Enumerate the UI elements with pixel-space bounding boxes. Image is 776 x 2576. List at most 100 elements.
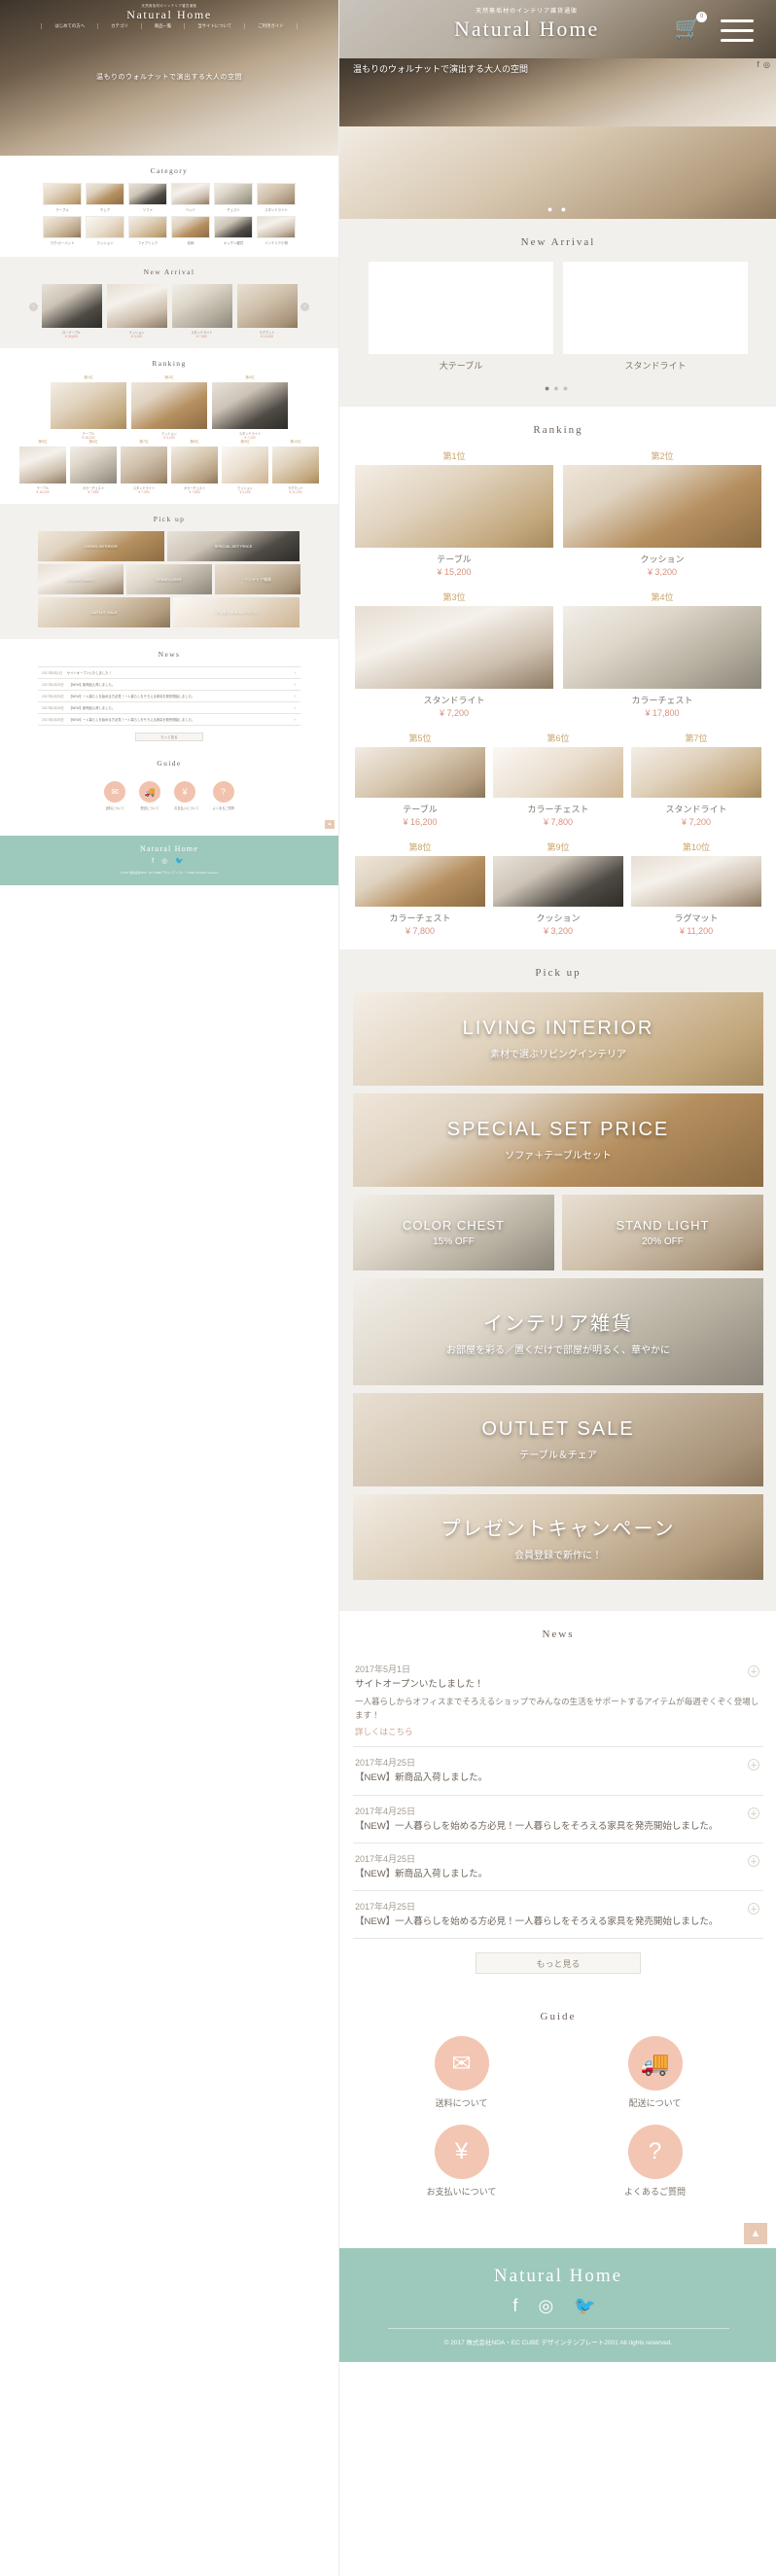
new-arrival-pager[interactable]: ●●● [339,377,776,407]
news-row[interactable]: 2017年4月25日 【NEW】一人暮らしを始める方必見！一人暮らしをそろえる家… [38,690,300,701]
news-row[interactable]: 2017年4月25日 【NEW】新商品入荷しました。 ＋ [38,701,300,713]
news-more-button[interactable]: もっと見る [135,733,203,741]
ranking-card[interactable]: 第2位 クッション ¥ 3,200 [563,449,761,577]
ranking-card[interactable]: 第5位 テーブル ¥ 16,200 [355,732,485,827]
product-card[interactable]: ローテーブル ¥ 26,800 [41,284,102,339]
guide-item[interactable]: 🚚 配送について [139,781,161,810]
pickup-banner[interactable]: COLOR CHEST [38,564,123,594]
pickup-banner[interactable]: プレゼントキャンペーン [173,597,300,627]
twitter-icon[interactable]: 🐦 [175,858,187,865]
ranking-card[interactable]: 第9位 クッション ¥ 3,200 [493,841,623,936]
scroll-top-button-mobile[interactable]: ▲ [744,2223,767,2245]
ranking-card[interactable]: 第9位 クッション ¥ 3,200 [222,440,268,494]
guide-item[interactable]: ? よくあるご質問 [212,781,234,810]
news-toggle-icon[interactable]: ＋ [748,1807,759,1819]
category-item[interactable]: 収納 [171,216,210,245]
mobile-site-logo[interactable]: 天然無垢材のインテリア雑貨通販 Natural Home [454,6,599,44]
pickup-banner[interactable]: LIVING INTERIOR [38,531,164,561]
instagram-icon[interactable]: ◎ [763,60,771,69]
guide-item[interactable]: ✉ 送料について [104,781,126,810]
ranking-card[interactable]: 第10位 ラグマット ¥ 11,200 [272,440,319,494]
nav-item-3[interactable]: 当サイトについて [184,23,244,29]
product-card[interactable]: ラグマット ¥ 12,000 [236,284,298,339]
twitter-icon[interactable]: 🐦 [574,2296,603,2315]
carousel-prev-button[interactable]: ‹ [29,303,38,311]
pager-dot[interactable]: ● [563,383,572,393]
instagram-icon[interactable]: ◎ [538,2296,561,2315]
ranking-card[interactable]: 第3位 スタンドライト ¥ 7,200 [355,590,553,718]
news-link[interactable]: 詳しくはこちら [355,1726,761,1737]
pickup-banner[interactable]: STAND LIGHT [126,564,212,594]
ranking-card[interactable]: 第5位 テーブル ¥ 16,200 [19,440,66,494]
slider-dots[interactable]: ● ● [339,204,776,214]
hamburger-menu-icon[interactable] [721,19,754,49]
news-item[interactable]: 2017年4月25日 【NEW】一人暮らしを始める方必見！一人暮らしをそろえる家… [353,1891,763,1940]
ranking-card[interactable]: 第7位 スタンドライト ¥ 7,200 [121,440,167,494]
pickup-banner[interactable]: SPECIAL SET PRICE ソファ＋テーブルセット [353,1093,763,1187]
news-toggle-icon[interactable]: ＋ [294,682,297,687]
category-item[interactable]: テーブル [43,183,82,212]
ranking-card[interactable]: 第8位 カラーチェスト ¥ 7,800 [355,841,485,936]
facebook-icon[interactable]: f [758,60,760,69]
category-item[interactable]: スタンドライト [257,183,296,212]
product-card[interactable]: 大テーブル [369,262,553,372]
pickup-banner[interactable]: STAND LIGHT 20% OFF [562,1195,763,1270]
pickup-banner[interactable]: インテリア雑貨 [215,564,300,594]
ranking-card[interactable]: 第4位 カラーチェスト ¥ 17,800 [563,590,761,718]
news-toggle-icon[interactable]: ＋ [748,1759,759,1771]
pickup-banner[interactable]: SPECIAL SET PRICE [167,531,300,561]
pager-dot[interactable]: ● [553,383,562,393]
mobile-news-more-button[interactable]: もっと見る [476,1952,641,1975]
site-logo[interactable]: 天然無垢材のインテリア雑貨通販 Natural Home [126,3,212,22]
ranking-card[interactable]: 第8位 カラーチェスト ¥ 7,800 [171,440,218,494]
facebook-icon[interactable]: f [512,2296,525,2315]
product-card[interactable]: スタンドライト [563,262,748,372]
category-item[interactable]: ファブリック [128,216,167,245]
instagram-icon[interactable]: ◎ [161,858,170,865]
facebook-icon[interactable]: f [152,858,157,865]
pickup-banner[interactable]: インテリア雑貨 お部屋を彩る／置くだけで部屋が明るく、華やかに [353,1278,763,1385]
ranking-card[interactable]: 第6位 カラーチェスト ¥ 7,800 [493,732,623,827]
ranking-card[interactable]: 第10位 ラグマット ¥ 11,200 [631,841,761,936]
ranking-card[interactable]: 第1位 テーブル ¥ 15,200 [51,376,126,440]
product-card[interactable]: スタンドライト ¥ 7,500 [171,284,232,339]
category-item[interactable]: クッション [86,216,124,245]
news-toggle-icon[interactable]: ＋ [294,717,297,722]
carousel-next-button[interactable]: › [300,303,309,311]
news-item[interactable]: 2017年4月25日 【NEW】新商品入荷しました。 ＋ [353,1747,763,1796]
ranking-card[interactable]: 第2位 クッション ¥ 3,200 [131,376,207,440]
pickup-banner[interactable]: OUTLET SALE [38,597,170,627]
category-item[interactable]: チェスト [214,183,253,212]
cart-icon[interactable]: 🛒 0 [675,12,707,41]
news-row[interactable]: 2017年5月1日 サイトオープンいたしました！ ＋ [38,666,300,678]
pickup-banner[interactable]: プレゼントキャンペーン 会員登録で新作に！ [353,1494,763,1580]
nav-item-2[interactable]: 商品一覧 [140,23,185,29]
nav-item-4[interactable]: ご利用ガイド [244,23,298,29]
news-row[interactable]: 2017年4月25日 【NEW】一人暮らしを始める方必見！一人暮らしをそろえる家… [38,713,300,726]
ranking-card[interactable]: 第6位 カラーチェスト ¥ 7,800 [70,440,117,494]
news-item[interactable]: 2017年5月1日 サイトオープンいたしました！ 一人暮らしからオフィスまでそろ… [353,1654,763,1748]
guide-item[interactable]: 🚚 配送について [558,2036,752,2109]
news-toggle-icon[interactable]: ＋ [294,694,297,698]
news-toggle-icon[interactable]: ＋ [748,1854,759,1867]
category-item[interactable]: キッチン雑貨 [214,216,253,245]
pickup-banner[interactable]: OUTLET SALE テーブル＆チェア [353,1393,763,1486]
news-item[interactable]: 2017年4月25日 【NEW】一人暮らしを始める方必見！一人暮らしをそろえる家… [353,1796,763,1843]
news-toggle-icon[interactable]: ＋ [294,670,297,675]
news-toggle-icon[interactable]: ＋ [748,1665,759,1677]
pickup-banner[interactable]: LIVING INTERIOR 素材で選ぶリビングインテリア [353,992,763,1086]
news-toggle-icon[interactable]: ＋ [748,1903,759,1915]
news-item[interactable]: 2017年4月25日 【NEW】新商品入荷しました。 ＋ [353,1843,763,1892]
ranking-card[interactable]: 第3位 スタンドライト ¥ 7,200 [212,376,288,440]
ranking-card[interactable]: 第1位 テーブル ¥ 15,200 [355,449,553,577]
nav-item-1[interactable]: カテゴリ [97,23,141,29]
category-item[interactable]: ラグ・カーペット [43,216,82,245]
category-item[interactable]: ソファ [128,183,167,212]
guide-item[interactable]: ✉ 送料について [365,2036,558,2109]
guide-item[interactable]: ¥ お支払いについて [174,781,199,810]
category-item[interactable]: ベッド [171,183,210,212]
product-card[interactable]: クッション ¥ 3,200 [106,284,167,339]
ranking-card[interactable]: 第7位 スタンドライト ¥ 7,200 [631,732,761,827]
nav-item-0[interactable]: はじめての方へ [41,23,97,29]
scroll-top-button-desktop[interactable]: ▲ [325,820,335,829]
